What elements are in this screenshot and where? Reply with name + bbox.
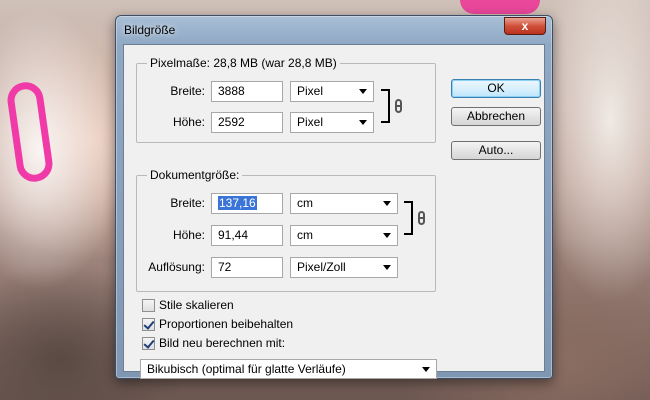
background-pink-shape <box>460 0 540 14</box>
constrain-proportions-option[interactable]: Proportionen beibehalten <box>142 317 342 333</box>
image-size-dialog: Bildgröße x Pixelmaße: 28,8 MB (war 28,8… <box>115 15 553 379</box>
pixel-width-label: Breite: <box>170 84 205 98</box>
resolution-unit-select[interactable]: Pixel/Zoll <box>290 257 398 278</box>
doc-width-unit: cm <box>297 196 313 210</box>
title-bar[interactable]: Bildgröße x <box>116 16 552 44</box>
doc-height-label: Höhe: <box>172 228 205 242</box>
pixel-width-input[interactable]: 3888 <box>211 81 283 102</box>
auto-button[interactable]: Auto... <box>451 141 541 160</box>
resolution-input[interactable]: 72 <box>211 257 283 278</box>
close-button[interactable]: x <box>504 17 546 35</box>
dialog-client-area: Pixelmaße: 28,8 MB (war 28,8 MB) Breite:… <box>123 44 545 379</box>
chevron-down-icon <box>383 265 391 270</box>
scale-styles-option[interactable]: Stile skalieren <box>142 298 342 314</box>
dialog-title: Bildgröße <box>124 23 176 37</box>
doc-link-bracket <box>404 201 413 235</box>
pixel-height-input[interactable]: 2592 <box>211 112 283 133</box>
resample-method-value: Bikubisch (optimal für glatte Verläufe) <box>147 362 346 376</box>
scale-styles-checkbox[interactable] <box>142 299 155 312</box>
pixel-height-unit: Pixel <box>297 115 324 129</box>
chain-link-icon <box>418 211 425 225</box>
close-icon: x <box>521 19 529 33</box>
doc-width-input[interactable]: 137,16 <box>211 193 283 214</box>
resample-method-select[interactable]: Bikubisch (optimal für glatte Verläufe) <box>140 359 437 379</box>
pixel-link-bracket <box>381 89 390 123</box>
chevron-down-icon <box>422 367 430 372</box>
resolution-label: Auflösung: <box>148 260 205 274</box>
resample-option[interactable]: Bild neu berechnen mit: <box>142 336 342 352</box>
constrain-proportions-label: Proportionen beibehalten <box>159 317 294 331</box>
chevron-down-icon <box>383 233 391 238</box>
scale-styles-label: Stile skalieren <box>159 298 234 312</box>
doc-height-unit-select[interactable]: cm <box>290 225 398 246</box>
pixel-height-value: 2592 <box>218 115 245 129</box>
doc-height-unit: cm <box>297 228 313 242</box>
ok-button[interactable]: OK <box>451 79 541 98</box>
pixel-width-unit: Pixel <box>297 84 324 98</box>
doc-width-value: 137,16 <box>218 196 257 210</box>
pixel-height-unit-select[interactable]: Pixel <box>290 112 374 133</box>
doc-height-value: 91,44 <box>218 228 249 242</box>
chevron-down-icon <box>383 201 391 206</box>
doc-width-unit-select[interactable]: cm <box>290 193 398 214</box>
doc-height-input[interactable]: 91,44 <box>211 225 283 246</box>
resolution-value: 72 <box>218 260 232 274</box>
pixel-dimensions-label: Pixelmaße: 28,8 MB (war 28,8 MB) <box>147 56 340 70</box>
chevron-down-icon <box>359 89 367 94</box>
chain-link-icon <box>395 99 402 113</box>
doc-width-label: Breite: <box>170 196 205 210</box>
cancel-button[interactable]: Abbrechen <box>451 107 541 126</box>
pixel-height-label: Höhe: <box>172 115 205 129</box>
pixel-width-value: 3888 <box>218 84 245 98</box>
document-size-group: Dokumentgröße: Breite: 137,16 cm Höhe: 9… <box>136 168 436 292</box>
chevron-down-icon <box>359 120 367 125</box>
resample-label: Bild neu berechnen mit: <box>159 336 286 350</box>
constrain-proportions-checkbox[interactable] <box>142 318 155 331</box>
pixel-width-unit-select[interactable]: Pixel <box>290 81 374 102</box>
resolution-unit: Pixel/Zoll <box>297 260 346 274</box>
document-size-label: Dokumentgröße: <box>147 168 243 182</box>
pixel-dimensions-group: Pixelmaße: 28,8 MB (war 28,8 MB) Breite:… <box>136 56 436 143</box>
resample-checkbox[interactable] <box>142 337 155 350</box>
